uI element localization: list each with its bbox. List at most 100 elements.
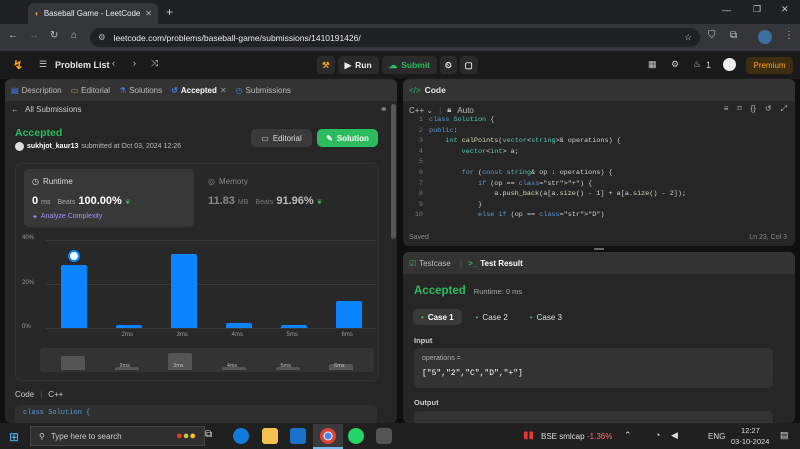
whatsapp-icon[interactable] — [348, 428, 364, 444]
chevron-up-icon[interactable]: ⌃ — [624, 430, 632, 441]
problem-list-link[interactable]: Problem List — [55, 60, 110, 70]
panel-resizer-horizontal[interactable] — [403, 247, 795, 251]
clock-time[interactable]: 12:27 — [741, 426, 760, 435]
shuffle-icon[interactable]: ⤨ — [151, 58, 158, 69]
analyze-complexity-link[interactable]: ✦ Analyze Complexity — [32, 213, 102, 221]
network-icon[interactable]: ◔ — [655, 430, 660, 440]
site-info-icon[interactable]: ⚙ — [98, 32, 106, 43]
close-tab-icon[interactable]: ✕ — [145, 9, 152, 18]
new-tab-icon[interactable]: + — [166, 5, 173, 19]
tab-editorial[interactable]: ▭ Editorial — [71, 86, 110, 95]
code-line[interactable]: 5 — [403, 158, 795, 169]
code-line[interactable]: 6 for (const string& op : operations) { — [403, 169, 795, 180]
braces-icon[interactable]: {} — [751, 104, 756, 114]
home-icon[interactable]: ⌂ — [71, 30, 77, 41]
code-line[interactable]: 2 public: — [403, 127, 795, 138]
user-avatar[interactable] — [723, 58, 736, 71]
submitter-name[interactable]: sukhjot_kaur13 — [27, 143, 78, 150]
left-panel-scrollbar[interactable] — [391, 104, 396, 239]
tab-testcase[interactable]: ☑ Testcase — [409, 259, 451, 268]
language-select[interactable]: C++ ⌄ — [409, 106, 433, 115]
browser-tab[interactable]: ◖ Baseball Game - LeetCode ✕ — [28, 3, 158, 24]
submit-button[interactable]: ☁ Submit — [381, 56, 438, 74]
chart-bar-4ms[interactable] — [225, 322, 252, 328]
chart-bar-0ms[interactable] — [60, 265, 87, 328]
settings-icon[interactable]: ⚙ — [671, 59, 679, 70]
address-bar[interactable]: ⚙ leetcode.com/problems/baseball-game/su… — [90, 28, 700, 47]
layout-icon[interactable]: ▦ — [648, 59, 657, 70]
task-view-icon[interactable]: ⧉ — [205, 429, 221, 445]
auto-mode-label[interactable]: Auto — [457, 106, 473, 115]
memory-card[interactable]: ◎ Memory 11.83 MB Beats 91.96% ❦ — [200, 169, 370, 227]
camera-icon[interactable] — [376, 428, 392, 444]
bookmark-star-icon[interactable]: ☆ — [684, 32, 692, 43]
run-button[interactable]: ▶ Run — [337, 56, 379, 74]
close-window-icon[interactable]: ✕ — [781, 4, 789, 15]
editorial-button[interactable]: ▭ Editorial — [251, 129, 312, 147]
code-line[interactable]: 4 vector<int> a; — [403, 148, 795, 159]
prev-problem-icon[interactable]: ‹ — [112, 58, 115, 68]
problem-list-icon[interactable]: ☰ — [39, 59, 47, 70]
case-1-tab[interactable]: • Case 1 — [413, 309, 462, 325]
tab-solutions[interactable]: ⚗ Solutions — [119, 86, 162, 95]
all-submissions-link[interactable]: ← All Submissions — [11, 105, 81, 114]
runtime-card[interactable]: ◷ Runtime 0 ms Beats 100.00% ❦ ✦ Analyze C… — [24, 169, 194, 227]
code-line[interactable]: 9 } — [403, 201, 795, 212]
code-editor[interactable]: 1 class Solution {2 public: 3 int calPoints… — [403, 116, 795, 221]
code-line[interactable]: 10 else if (op == class="str">"D") — [403, 211, 795, 222]
solution-button[interactable]: ✎ Solution — [317, 129, 378, 147]
language-indicator[interactable]: ENG — [708, 432, 725, 441]
reload-icon[interactable]: ↻ — [50, 30, 58, 41]
windows-start-icon[interactable]: ⊞ — [9, 430, 19, 444]
panel-resizer-vertical[interactable] — [399, 79, 401, 423]
extensions-icon[interactable]: ⧉ — [730, 30, 737, 41]
outlook-icon[interactable] — [290, 428, 306, 444]
chart-bar-5ms[interactable] — [280, 325, 307, 328]
tab-submissions[interactable]: ◷ Submissions — [236, 86, 291, 95]
notifications-icon[interactable]: ▤ — [780, 430, 789, 441]
format-icon[interactable]: ≡ — [724, 104, 729, 114]
stock-name[interactable]: BSE smlcap — [541, 432, 585, 441]
clock-date[interactable]: 03-10-2024 — [731, 437, 769, 446]
range-selector[interactable]: 2ms 3ms 4ms 5ms 6ms — [40, 348, 374, 372]
file-explorer-icon[interactable] — [262, 428, 278, 444]
close-tab-accepted-icon[interactable]: ✕ — [220, 86, 227, 95]
url-text[interactable]: leetcode.com/problems/baseball-game/subm… — [114, 33, 361, 43]
premium-button[interactable]: Premium — [746, 57, 793, 74]
restore-icon[interactable]: ❐ — [753, 4, 761, 15]
reset-icon[interactable]: ↺ — [765, 104, 772, 114]
timer-icon[interactable]: ⏲ — [440, 56, 457, 74]
stock-chart-icon: ▮▮ — [523, 430, 535, 441]
next-problem-icon[interactable]: › — [133, 58, 136, 68]
tab-test-result[interactable]: >_ Test Result — [468, 259, 523, 268]
tab-accepted[interactable]: ↺ Accepted ✕ — [171, 86, 226, 95]
streak-fire-icon[interactable]: ♨ — [693, 59, 701, 70]
link-icon[interactable]: ⚭ — [380, 104, 388, 115]
case-3-tab[interactable]: • Case 3 — [522, 309, 570, 325]
code-line[interactable]: 8 a.push_back(a[a.size() - 1] + a[a.size… — [403, 190, 795, 201]
edge-browser-icon[interactable] — [233, 428, 249, 444]
fullscreen-icon[interactable]: ⤢ — [781, 104, 787, 114]
back-icon[interactable]: ← — [8, 30, 18, 41]
bookmark-icon[interactable]: ⌑ — [737, 104, 741, 114]
code-line[interactable]: 1 class Solution { — [403, 116, 795, 127]
chart-bar-3ms[interactable] — [170, 254, 197, 328]
runtime-distribution-chart[interactable]: 40% 20% 0% 2ms 3ms 4ms 5ms 6ms 2ms 3ms 4ms 5ms 6… — [16, 232, 380, 380]
volume-icon[interactable]: ◀ — [671, 430, 678, 441]
tab-description[interactable]: ▤ Description — [11, 86, 62, 95]
notes-icon[interactable]: ▢ — [459, 56, 478, 74]
leetcode-logo-icon[interactable]: ↯ — [13, 58, 23, 72]
debug-icon[interactable]: ⚒ — [317, 56, 335, 74]
profile-avatar[interactable] — [758, 30, 772, 44]
minimize-icon[interactable]: — — [722, 5, 731, 15]
code-line[interactable]: 3 int calPoints(vector<string>& operatio… — [403, 137, 795, 148]
taskbar-search[interactable]: ⚲ Type here to search ●●● — [30, 426, 205, 446]
chart-bar-6ms[interactable] — [335, 300, 362, 328]
menu-dots-icon[interactable]: ⋮ — [784, 30, 794, 41]
shield-icon[interactable]: ⛉ — [708, 30, 716, 41]
case-2-tab[interactable]: • Case 2 — [468, 309, 516, 325]
chrome-icon[interactable] — [320, 428, 336, 444]
forward-icon[interactable]: → — [29, 30, 39, 41]
code-line[interactable]: 7 if (op == class="str">"+") { — [403, 180, 795, 191]
chart-bar-2ms[interactable] — [115, 325, 142, 328]
